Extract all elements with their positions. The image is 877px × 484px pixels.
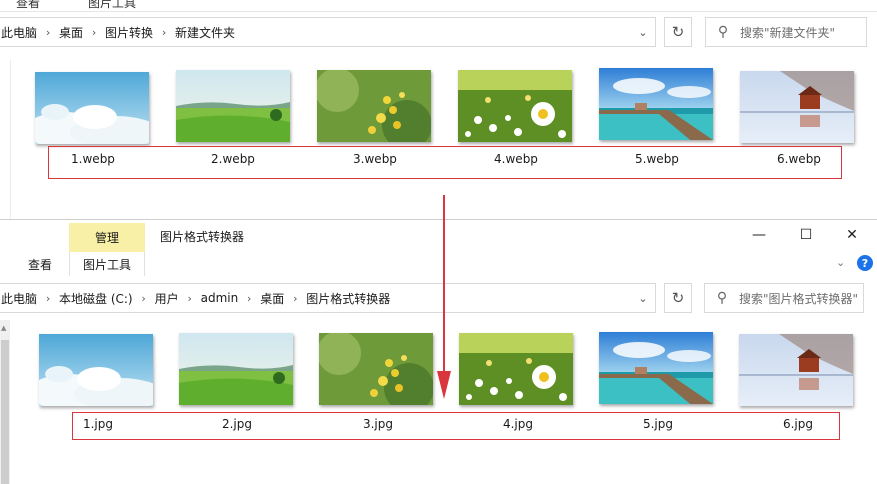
highlight-box xyxy=(48,146,842,179)
breadcrumb: 此电脑 › 桌面 › 图片转换 › 新建文件夹 xyxy=(0,18,237,46)
close-icon: ✕ xyxy=(846,227,858,243)
window-title: 图片格式转换器 xyxy=(160,230,245,244)
thumbnail-rapeseed-flowers[interactable] xyxy=(319,333,433,405)
thumbnail-pier-sea[interactable] xyxy=(599,332,713,404)
thumbnail-green-meadow[interactable] xyxy=(176,70,290,142)
help-icon[interactable]: ? xyxy=(857,255,873,271)
search-icon: ⚲ xyxy=(716,290,728,306)
breadcrumb-item[interactable]: 图片格式转换器 xyxy=(304,290,392,307)
search-placeholder: 搜索"新建文件夹" xyxy=(740,25,836,40)
breadcrumb-item[interactable]: 用户 xyxy=(153,290,181,307)
refresh-button[interactable]: ↻ xyxy=(664,283,692,313)
breadcrumb: 此电脑 › 本地磁盘 (C:) › 用户 › admin › 桌面 › 图片格式… xyxy=(0,284,392,312)
thumbnail-lake-boathouse[interactable] xyxy=(739,334,853,406)
breadcrumb-item[interactable]: 图片转换 xyxy=(103,24,155,41)
thumbnail-daisies[interactable] xyxy=(458,70,572,142)
chevron-right-icon: › xyxy=(187,291,192,305)
tab-view[interactable]: 查看 xyxy=(28,256,52,273)
thumbnail-daisies[interactable] xyxy=(459,333,573,405)
scroll-up-icon[interactable]: ▲ xyxy=(1,324,6,332)
maximize-button[interactable]: ☐ xyxy=(793,224,819,246)
top-ribbon-tabs: 查看 图片工具 xyxy=(0,0,877,12)
scroll-thumb[interactable] xyxy=(1,340,9,484)
chevron-down-icon[interactable]: ⌄ xyxy=(631,18,655,46)
thumbnail-lake-boathouse[interactable] xyxy=(740,71,854,143)
chevron-right-icon: › xyxy=(91,25,97,39)
chevron-right-icon: › xyxy=(45,25,51,39)
thumbnail-rapeseed-flowers[interactable] xyxy=(317,70,431,142)
search-icon: ⚲ xyxy=(717,24,729,40)
refresh-icon: ↻ xyxy=(671,23,685,41)
thumbnail-sky-clouds[interactable] xyxy=(35,72,149,144)
tab-picture-tools[interactable]: 图片工具 xyxy=(88,0,136,11)
tab-manage[interactable]: 管理 xyxy=(69,223,145,252)
address-bar[interactable]: 此电脑 › 桌面 › 图片转换 › 新建文件夹 ⌄ xyxy=(0,17,656,47)
thumbnail-pier-sea[interactable] xyxy=(599,68,713,140)
thumbnail-sky-clouds[interactable] xyxy=(39,334,153,406)
chevron-right-icon: › xyxy=(247,291,252,305)
search-input[interactable]: ⚲ 搜索"新建文件夹" xyxy=(705,17,867,47)
arrow-down-icon xyxy=(437,195,451,399)
tab-view[interactable]: 查看 xyxy=(16,0,40,11)
top-explorer-window: 查看 图片工具 此电脑 › 桌面 › 图片转换 › 新建文件夹 ⌄ ↻ ⚲ 搜索… xyxy=(0,0,877,220)
breadcrumb-item[interactable]: admin xyxy=(199,291,241,305)
chevron-right-icon: › xyxy=(161,25,167,39)
chevron-down-icon[interactable]: ⌄ xyxy=(631,284,655,312)
search-placeholder: 搜索"图片格式转换器" xyxy=(739,291,859,306)
refresh-icon: ↻ xyxy=(671,289,685,307)
highlight-box xyxy=(72,412,840,440)
minimize-button[interactable]: — xyxy=(746,224,772,246)
breadcrumb-item[interactable]: 本地磁盘 (C:) xyxy=(57,290,135,307)
breadcrumb-item[interactable]: 此电脑 xyxy=(0,290,39,307)
thumbnail-green-meadow[interactable] xyxy=(179,333,293,405)
maximize-icon: ☐ xyxy=(799,227,813,243)
chevron-right-icon: › xyxy=(141,291,146,305)
search-input[interactable]: ⚲ 搜索"图片格式转换器" xyxy=(704,283,864,313)
breadcrumb-item[interactable]: 桌面 xyxy=(57,24,85,41)
breadcrumb-item[interactable]: 桌面 xyxy=(258,290,286,307)
breadcrumb-item[interactable]: 此电脑 xyxy=(0,24,39,41)
tab-picture-tools[interactable]: 图片工具 xyxy=(69,252,145,276)
address-bar[interactable]: 此电脑 › 本地磁盘 (C:) › 用户 › admin › 桌面 › 图片格式… xyxy=(0,283,656,313)
chevron-right-icon: › xyxy=(45,291,51,305)
screenshot-stage: 查看 图片工具 此电脑 › 桌面 › 图片转换 › 新建文件夹 ⌄ ↻ ⚲ 搜索… xyxy=(0,0,877,484)
navigation-pane-edge xyxy=(10,60,11,220)
breadcrumb-item[interactable]: 新建文件夹 xyxy=(173,24,237,41)
minimize-icon: — xyxy=(752,227,766,243)
chevron-down-icon[interactable]: ⌄ xyxy=(836,256,845,269)
chevron-right-icon: › xyxy=(293,291,298,305)
refresh-button[interactable]: ↻ xyxy=(664,17,692,47)
close-button[interactable]: ✕ xyxy=(839,224,865,246)
vertical-scrollbar[interactable]: ▲ xyxy=(0,320,10,484)
